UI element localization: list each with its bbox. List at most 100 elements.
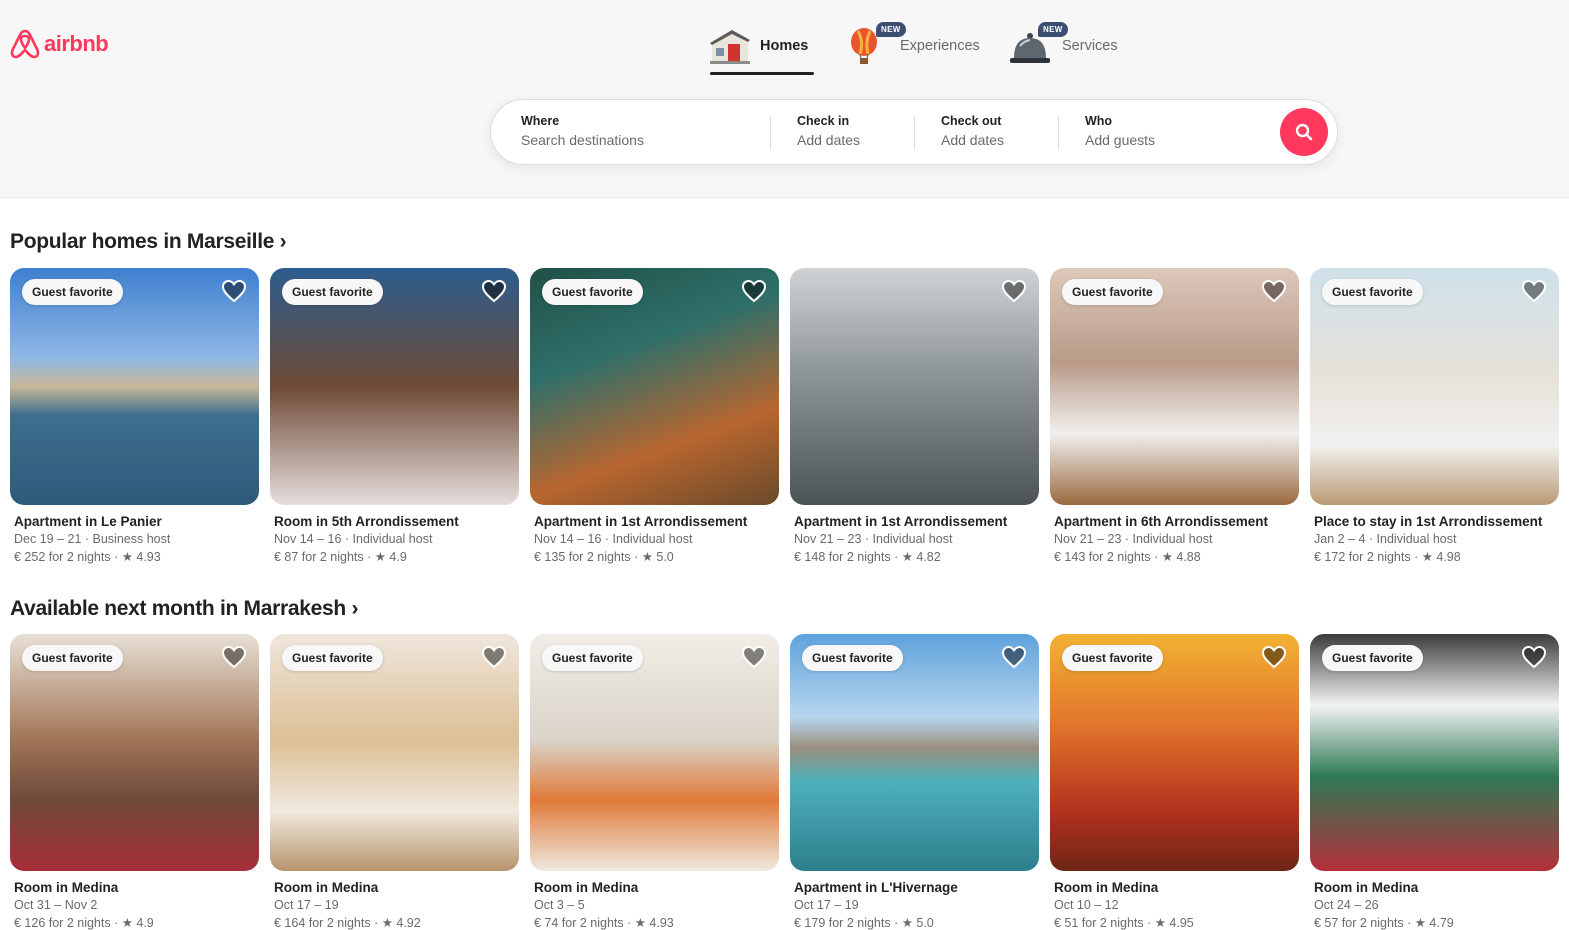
listing-photo[interactable]: Guest favorite bbox=[10, 634, 259, 871]
tab-homes-label: Homes bbox=[760, 38, 809, 54]
listing-dates: Nov 14 – 16 · Individual host bbox=[534, 532, 693, 546]
listing-card[interactable]: Guest favorite Room in Medina Oct 10 – 12 €… bbox=[1050, 634, 1299, 930]
header: airbnb Homes NEW Experiences NEW Service… bbox=[0, 0, 1569, 198]
guest-favorite-badge: Guest favorite bbox=[1062, 279, 1163, 305]
heart-icon[interactable] bbox=[741, 279, 767, 303]
checkout-value: Add dates bbox=[941, 132, 1005, 148]
listing-card[interactable]: Guest favorite Room in Medina Oct 17 – 19 €… bbox=[270, 634, 519, 930]
listing-card[interactable]: Guest favorite Apartment in L'Hivernage Oc… bbox=[790, 634, 1039, 930]
listing-price: € 143 for 2 nights · ★ 4.88 bbox=[1054, 550, 1201, 564]
heart-icon[interactable] bbox=[1261, 645, 1287, 669]
listing-card[interactable]: Apartment in 1st Arrondissement Nov 21 – … bbox=[790, 268, 1039, 564]
guest-favorite-badge: Guest favorite bbox=[22, 645, 123, 671]
house-icon bbox=[708, 26, 752, 66]
divider bbox=[914, 116, 915, 150]
listing-photo[interactable]: Guest favorite bbox=[790, 634, 1039, 871]
listing-title: Room in Medina bbox=[534, 880, 639, 895]
guest-favorite-badge: Guest favorite bbox=[22, 279, 123, 305]
listing-card[interactable]: Guest favorite Room in 5th Arrondissement… bbox=[270, 268, 519, 564]
divider bbox=[770, 116, 771, 150]
heart-icon[interactable] bbox=[1001, 645, 1027, 669]
listing-title: Room in Medina bbox=[14, 880, 119, 895]
listing-photo[interactable]: Guest favorite bbox=[1050, 268, 1299, 505]
tab-homes[interactable]: Homes bbox=[708, 20, 814, 75]
search-bar: Where Search destinations Check in Add d… bbox=[490, 99, 1338, 165]
listing-title: Apartment in L'Hivernage bbox=[794, 880, 958, 895]
listing-card[interactable]: Guest favorite Apartment in 6th Arrondiss… bbox=[1050, 268, 1299, 564]
guest-favorite-badge: Guest favorite bbox=[1062, 645, 1163, 671]
listing-price: € 87 for 2 nights · ★ 4.9 bbox=[274, 550, 407, 564]
heart-icon[interactable] bbox=[481, 279, 507, 303]
search-icon bbox=[1295, 123, 1313, 141]
who-field[interactable]: Who Add guests bbox=[1085, 114, 1155, 148]
where-field[interactable]: Where Search destinations bbox=[521, 114, 644, 148]
listing-card[interactable]: Guest favorite Place to stay in 1st Arron… bbox=[1310, 268, 1559, 564]
listing-card[interactable]: Guest favorite Apartment in 1st Arrondiss… bbox=[530, 268, 779, 564]
service-bell-icon: NEW bbox=[1010, 22, 1068, 66]
tab-experiences[interactable]: NEW Experiences bbox=[848, 20, 1010, 72]
listing-price: € 164 for 2 nights · ★ 4.92 bbox=[274, 916, 421, 930]
section-title-marseille[interactable]: Popular homes in Marseille › bbox=[10, 230, 287, 254]
listing-photo[interactable]: Guest favorite bbox=[1310, 268, 1559, 505]
heart-icon[interactable] bbox=[1521, 279, 1547, 303]
divider bbox=[1058, 116, 1059, 150]
listing-card[interactable]: Guest favorite Room in Medina Oct 24 – 26 €… bbox=[1310, 634, 1559, 930]
listing-price: € 179 for 2 nights · ★ 5.0 bbox=[794, 916, 934, 930]
listing-photo[interactable]: Guest favorite bbox=[530, 634, 779, 871]
brand-name: airbnb bbox=[44, 31, 109, 56]
heart-icon[interactable] bbox=[221, 279, 247, 303]
listing-photo[interactable] bbox=[790, 268, 1039, 505]
hot-air-balloon-icon: NEW bbox=[848, 22, 906, 66]
listing-title: Room in Medina bbox=[1314, 880, 1419, 895]
heart-icon[interactable] bbox=[1261, 279, 1287, 303]
category-tabs: Homes NEW Experiences NEW Services bbox=[708, 20, 1150, 75]
listing-card[interactable]: Guest favorite Room in Medina Oct 3 – 5 € 7… bbox=[530, 634, 779, 930]
section-title-marrakesh[interactable]: Available next month in Marrakesh › bbox=[10, 597, 358, 621]
listing-photo[interactable]: Guest favorite bbox=[1310, 634, 1559, 871]
listing-dates: Oct 3 – 5 bbox=[534, 898, 585, 912]
listing-dates: Nov 14 – 16 · Individual host bbox=[274, 532, 433, 546]
listing-photo[interactable]: Guest favorite bbox=[270, 634, 519, 871]
heart-icon[interactable] bbox=[1521, 645, 1547, 669]
listing-dates: Jan 2 – 4 · Individual host bbox=[1314, 532, 1457, 546]
listing-price: € 126 for 2 nights · ★ 4.9 bbox=[14, 916, 154, 930]
tab-services-label: Services bbox=[1062, 38, 1118, 54]
heart-icon[interactable] bbox=[221, 645, 247, 669]
listing-card[interactable]: Guest favorite Apartment in Le Panier Dec … bbox=[10, 268, 259, 564]
checkout-field[interactable]: Check out Add dates bbox=[941, 114, 1004, 148]
airbnb-logo[interactable]: airbnb bbox=[10, 28, 109, 60]
tab-services[interactable]: NEW Services bbox=[1010, 20, 1150, 72]
guest-favorite-badge: Guest favorite bbox=[282, 645, 383, 671]
tab-experiences-label: Experiences bbox=[900, 38, 980, 54]
listing-dates: Oct 31 – Nov 2 bbox=[14, 898, 98, 912]
listing-photo[interactable]: Guest favorite bbox=[530, 268, 779, 505]
heart-icon[interactable] bbox=[741, 645, 767, 669]
listing-price: € 74 for 2 nights · ★ 4.93 bbox=[534, 916, 674, 930]
listing-photo[interactable]: Guest favorite bbox=[1050, 634, 1299, 871]
airbnb-logo-icon bbox=[10, 29, 40, 59]
listing-title: Room in Medina bbox=[1054, 880, 1159, 895]
listing-title: Room in 5th Arrondissement bbox=[274, 514, 459, 529]
heart-icon[interactable] bbox=[481, 645, 507, 669]
where-input[interactable]: Search destinations bbox=[521, 132, 644, 148]
listing-title: Apartment in 6th Arrondissement bbox=[1054, 514, 1269, 529]
listing-title: Apartment in Le Panier bbox=[14, 514, 162, 529]
search-button[interactable] bbox=[1280, 108, 1328, 156]
listing-title: Room in Medina bbox=[274, 880, 379, 895]
guest-favorite-badge: Guest favorite bbox=[282, 279, 383, 305]
listing-title: Apartment in 1st Arrondissement bbox=[794, 514, 1008, 529]
listing-photo[interactable]: Guest favorite bbox=[270, 268, 519, 505]
new-badge: NEW bbox=[1038, 22, 1068, 37]
listing-photo[interactable]: Guest favorite bbox=[10, 268, 259, 505]
listing-dates: Oct 10 – 12 bbox=[1054, 898, 1119, 912]
checkin-value: Add dates bbox=[797, 132, 861, 148]
listing-price: € 57 for 2 nights · ★ 4.79 bbox=[1314, 916, 1454, 930]
listing-card[interactable]: Guest favorite Room in Medina Oct 31 – Nov… bbox=[10, 634, 259, 930]
listing-price: € 172 for 2 nights · ★ 4.98 bbox=[1314, 550, 1461, 564]
who-label: Who bbox=[1085, 114, 1113, 128]
heart-icon[interactable] bbox=[1001, 279, 1027, 303]
listing-dates: Nov 21 – 23 · Individual host bbox=[794, 532, 953, 546]
listing-price: € 135 for 2 nights · ★ 5.0 bbox=[534, 550, 674, 564]
checkin-field[interactable]: Check in Add dates bbox=[797, 114, 860, 148]
listing-dates: Oct 24 – 26 bbox=[1314, 898, 1379, 912]
